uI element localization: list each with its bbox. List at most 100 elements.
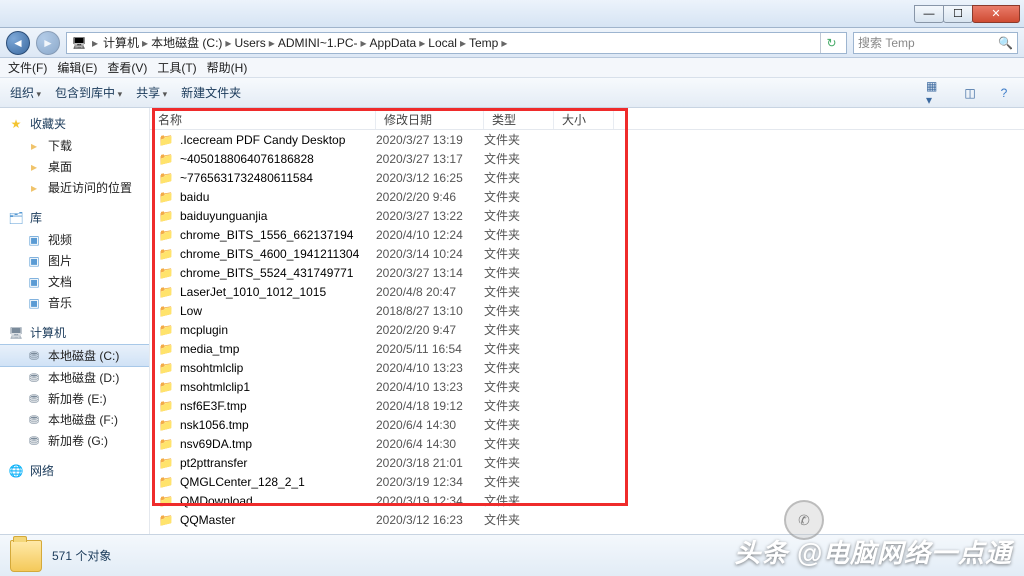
view-options-button[interactable]: ▦ ▾ (926, 83, 946, 103)
sidebar-item[interactable]: ▣图片 (0, 250, 149, 271)
file-row[interactable]: 📁nsk1056.tmp2020/6/4 14:30文件夹 (150, 415, 1024, 434)
breadcrumb[interactable]: 🖥 ▸ 计算机▸本地磁盘 (C:)▸Users▸ADMINI~1.PC-▸App… (66, 32, 847, 54)
folder-icon: 📁 (158, 265, 174, 281)
sidebar-item[interactable]: ▸桌面 (0, 156, 149, 177)
col-date[interactable]: 修改日期 (376, 108, 484, 129)
folder-icon: 📁 (158, 379, 174, 395)
file-date: 2020/4/18 19:12 (376, 399, 484, 413)
sidebar-item[interactable]: ⛃本地磁盘 (F:) (0, 409, 149, 430)
file-date: 2020/3/14 10:24 (376, 247, 484, 261)
file-row[interactable]: 📁pt2pttransfer2020/3/18 21:01文件夹 (150, 453, 1024, 472)
file-list: 📁.Icecream PDF Candy Desktop2020/3/27 13… (150, 130, 1024, 529)
file-row[interactable]: 📁media_tmp2020/5/11 16:54文件夹 (150, 339, 1024, 358)
folder-icon (10, 540, 42, 572)
file-row[interactable]: 📁baidu2020/2/20 9:46文件夹 (150, 187, 1024, 206)
sidebar-item[interactable]: ▸最近访问的位置 (0, 177, 149, 198)
file-row[interactable]: 📁baiduyunguanjia2020/3/27 13:22文件夹 (150, 206, 1024, 225)
search-input[interactable]: 搜索 Temp 🔍 (853, 32, 1018, 54)
file-date: 2020/4/10 13:23 (376, 361, 484, 375)
sidebar-item-label: 本地磁盘 (C:) (48, 347, 119, 364)
file-row[interactable]: 📁LaserJet_1010_1012_10152020/4/8 20:47文件… (150, 282, 1024, 301)
file-name: nsv69DA.tmp (180, 437, 252, 451)
menu-item[interactable]: 工具(T) (157, 59, 196, 76)
back-button[interactable]: ◄ (6, 31, 30, 55)
column-header[interactable]: 名称 修改日期 类型 大小 (150, 108, 1024, 130)
breadcrumb-segment[interactable]: 本地磁盘 (C:) (151, 36, 222, 50)
col-type[interactable]: 类型 (484, 108, 554, 129)
file-row[interactable]: 📁chrome_BITS_5524_4317497712020/3/27 13:… (150, 263, 1024, 282)
file-row[interactable]: 📁Low2018/8/27 13:10文件夹 (150, 301, 1024, 320)
menu-item[interactable]: 文件(F) (8, 59, 47, 76)
sidebar-item-icon: ▣ (26, 274, 42, 290)
new-folder-button[interactable]: 新建文件夹 (181, 84, 241, 101)
maximize-button[interactable]: ☐ (943, 5, 973, 23)
sidebar-item[interactable]: ⛃ 本地磁盘 (C:) (0, 344, 149, 367)
file-type: 文件夹 (484, 397, 554, 414)
file-row[interactable]: 📁QMDownload2020/3/19 12:34文件夹 (150, 491, 1024, 510)
breadcrumb-segment[interactable]: ADMINI~1.PC- (278, 36, 358, 50)
folder-icon: 📁 (158, 474, 174, 490)
file-row[interactable]: 📁mcplugin2020/2/20 9:47文件夹 (150, 320, 1024, 339)
forward-button[interactable]: ► (36, 31, 60, 55)
sidebar-item[interactable]: ▣音乐 (0, 292, 149, 313)
sidebar-libraries[interactable]: 🗂库 (0, 206, 149, 229)
sidebar-item[interactable]: ▣视频 (0, 229, 149, 250)
folder-icon: 📁 (158, 132, 174, 148)
file-type: 文件夹 (484, 511, 554, 528)
file-row[interactable]: 📁QMGLCenter_128_2_12020/3/19 12:34文件夹 (150, 472, 1024, 491)
folder-icon: 📁 (158, 284, 174, 300)
menu-item[interactable]: 编辑(E) (57, 59, 97, 76)
file-type: 文件夹 (484, 416, 554, 433)
file-type: 文件夹 (484, 245, 554, 262)
help-button[interactable]: ? (994, 83, 1014, 103)
file-row[interactable]: 📁msohtmlclip12020/4/10 13:23文件夹 (150, 377, 1024, 396)
close-button[interactable]: ✕ (972, 5, 1020, 23)
sidebar-item[interactable]: ⛃本地磁盘 (D:) (0, 367, 149, 388)
sidebar-item-icon: ⛃ (26, 348, 42, 364)
file-row[interactable]: 📁~40501880640761868282020/3/27 13:17文件夹 (150, 149, 1024, 168)
file-row[interactable]: 📁~77656317324806115842020/3/12 16:25文件夹 (150, 168, 1024, 187)
preview-pane-button[interactable]: ◫ (960, 83, 980, 103)
file-date: 2018/8/27 13:10 (376, 304, 484, 318)
file-type: 文件夹 (484, 473, 554, 490)
sidebar-computer[interactable]: 🖥计算机 (0, 321, 149, 344)
file-date: 2020/3/27 13:14 (376, 266, 484, 280)
breadcrumb-segment[interactable]: Temp (469, 36, 498, 50)
file-row[interactable]: 📁msohtmlclip2020/4/10 13:23文件夹 (150, 358, 1024, 377)
file-date: 2020/3/12 16:23 (376, 513, 484, 527)
sidebar-item[interactable]: ▸下载 (0, 135, 149, 156)
minimize-button[interactable]: — (914, 5, 944, 23)
file-row[interactable]: 📁chrome_BITS_4600_19412113042020/3/14 10… (150, 244, 1024, 263)
menu-item[interactable]: 查看(V) (107, 59, 147, 76)
col-name[interactable]: 名称 (150, 108, 376, 129)
body-area: ★收藏夹 ▸下载▸桌面▸最近访问的位置 🗂库 ▣视频▣图片 ▣ 文档 ▣音乐 🖥计算机… (0, 108, 1024, 534)
sidebar-favorites[interactable]: ★收藏夹 (0, 112, 149, 135)
chevron-right-icon: ▸ (89, 36, 101, 50)
sidebar-item[interactable]: ⛃新加卷 (E:) (0, 388, 149, 409)
share-button[interactable]: 共享 (136, 84, 167, 101)
breadcrumb-segment[interactable]: Users (234, 36, 265, 50)
menubar: 文件(F) 编辑(E) 查看(V) 工具(T) 帮助(H) (0, 58, 1024, 78)
file-row[interactable]: 📁QQMaster2020/3/12 16:23文件夹 (150, 510, 1024, 529)
file-row[interactable]: 📁nsv69DA.tmp2020/6/4 14:30文件夹 (150, 434, 1024, 453)
file-name: QMGLCenter_128_2_1 (180, 475, 305, 489)
file-row[interactable]: 📁.Icecream PDF Candy Desktop2020/3/27 13… (150, 130, 1024, 149)
breadcrumb-segment[interactable]: AppData (370, 36, 417, 50)
sidebar-item[interactable]: ▣ 文档 (0, 271, 149, 292)
file-row[interactable]: 📁chrome_BITS_1556_6621371942020/4/10 12:… (150, 225, 1024, 244)
include-in-library-button[interactable]: 包含到库中 (55, 84, 122, 101)
sidebar-network[interactable]: 🌐网络 (0, 459, 149, 482)
file-row[interactable]: 📁nsf6E3F.tmp2020/4/18 19:12文件夹 (150, 396, 1024, 415)
sidebar-item-icon: ⛃ (26, 433, 42, 449)
breadcrumb-segment[interactable]: 计算机 (103, 36, 139, 50)
sidebar-item-label: 文档 (48, 273, 72, 290)
breadcrumb-segment[interactable]: Local (428, 36, 457, 50)
menu-item[interactable]: 帮助(H) (207, 59, 248, 76)
organize-button[interactable]: 组织 (10, 84, 41, 101)
file-type: 文件夹 (484, 492, 554, 509)
folder-icon: 📁 (158, 455, 174, 471)
file-name: Low (180, 304, 202, 318)
col-size[interactable]: 大小 (554, 108, 614, 129)
refresh-button[interactable]: ↻ (820, 32, 842, 54)
sidebar-item[interactable]: ⛃新加卷 (G:) (0, 430, 149, 451)
